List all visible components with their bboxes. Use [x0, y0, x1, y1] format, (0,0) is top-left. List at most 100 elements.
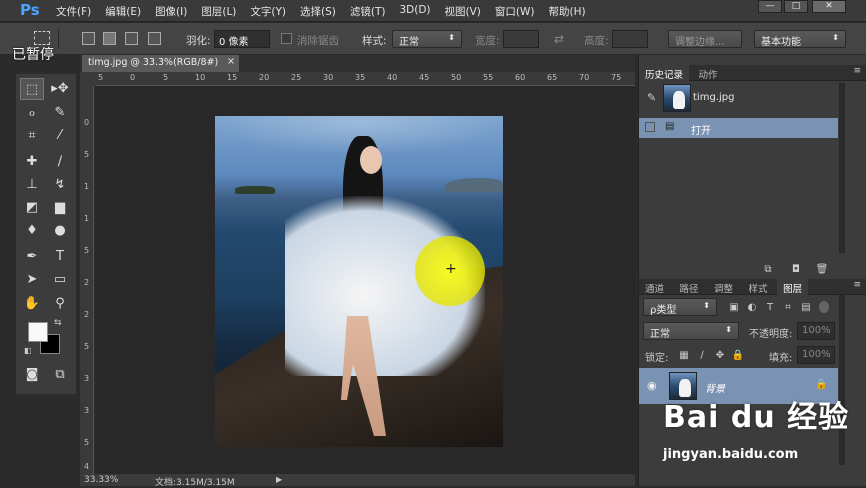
brush-tool-icon[interactable]: ∕ [48, 151, 72, 173]
vertical-ruler[interactable]: 0 5 1 1 5 2 2 5 3 3 5 4 [80, 86, 94, 474]
opacity-input[interactable]: 100% [797, 322, 835, 340]
feather-input[interactable]: 0 像素 [214, 30, 270, 48]
marquee-preset-icon[interactable] [34, 31, 50, 45]
close-window-button[interactable]: ✕ [812, 0, 846, 13]
panel-menu-icon[interactable]: ≡ [853, 280, 861, 290]
menu-filter[interactable]: 滤镜(T) [350, 4, 386, 19]
filter-toggle[interactable] [819, 301, 829, 313]
status-menu-arrow-icon[interactable]: ▶ [276, 475, 282, 484]
document-tab-title: timg.jpg @ 33.3%(RGB/8#) [88, 57, 219, 68]
history-brush-tool-icon[interactable]: ↯ [48, 174, 72, 196]
trash-icon[interactable]: 🗑 [815, 264, 829, 276]
ruler-tick: 5 [84, 342, 90, 351]
blend-mode-select[interactable]: 正常 ⬍ [643, 322, 739, 340]
height-input[interactable] [612, 30, 648, 48]
quick-select-tool-icon[interactable]: ✎ [48, 102, 72, 124]
panel-menu-icon[interactable]: ≡ [853, 66, 861, 76]
tab-history[interactable]: 历史记录 [639, 65, 690, 83]
layer-kind-filter[interactable]: ρ类型 ⬍ [643, 298, 717, 316]
filter-pixel-icon[interactable]: ▣ [727, 302, 741, 314]
menu-file[interactable]: 文件(F) [56, 4, 91, 19]
tab-actions[interactable]: 动作 [693, 65, 724, 83]
clone-stamp-tool-icon[interactable]: ⊥ [20, 174, 44, 196]
menu-image[interactable]: 图像(I) [155, 4, 187, 19]
tab-styles[interactable]: 样式 [743, 279, 774, 297]
menu-select[interactable]: 选择(S) [300, 4, 336, 19]
crop-tool-icon[interactable]: ⌗ [20, 125, 44, 147]
pen-tool-icon[interactable]: ✒ [20, 246, 44, 268]
ruler-tick: 50 [451, 73, 462, 82]
gradient-tool-icon[interactable]: ▆ [48, 197, 72, 219]
minimize-button[interactable]: — [758, 0, 782, 13]
menu-list: 文件(F) 编辑(E) 图像(I) 图层(L) 文字(Y) 选择(S) 滤镜(T… [56, 4, 600, 19]
history-brush-source-icon[interactable]: ✎ [647, 91, 656, 104]
intersect-selection-icon[interactable] [148, 32, 161, 45]
filter-shape-icon[interactable]: ⌗ [781, 302, 795, 314]
horizontal-ruler[interactable]: 5 0 5 10 15 20 25 30 35 40 45 50 55 60 6… [96, 72, 635, 86]
path-select-tool-icon[interactable]: ➤ [20, 269, 44, 291]
ruler-tick: 3 [84, 406, 90, 415]
foreground-color-swatch[interactable] [28, 322, 48, 342]
history-snapshot[interactable]: ✎ timg.jpg [641, 83, 837, 115]
document-tab[interactable]: timg.jpg @ 33.3%(RGB/8#) × [82, 55, 239, 72]
width-input[interactable] [503, 30, 539, 48]
subtract-selection-icon[interactable] [125, 32, 138, 45]
lock-position-icon[interactable]: ✥ [713, 350, 727, 362]
layers-scrollbar[interactable] [839, 295, 845, 465]
lock-image-icon[interactable]: ∕ [695, 350, 709, 362]
add-selection-icon[interactable] [103, 32, 116, 45]
menu-window[interactable]: 窗口(W) [495, 4, 535, 19]
rectangle-tool-icon[interactable]: ▭ [48, 269, 72, 291]
new-selection-icon[interactable] [82, 32, 95, 45]
lasso-tool-icon[interactable]: ℴ [20, 102, 44, 124]
default-colors-icon[interactable]: ◧ [24, 346, 32, 355]
swap-icon[interactable]: ⇄ [554, 32, 564, 46]
options-bar: 羽化: 0 像素 消除锯齿 样式: 正常 ⬍ 宽度: ⇄ 高度: 调整边缘... … [0, 23, 866, 55]
restore-button[interactable]: □ [784, 0, 808, 13]
rect-marquee-tool-icon[interactable]: ⬚ [20, 78, 44, 100]
close-tab-icon[interactable]: × [227, 56, 235, 67]
menu-help[interactable]: 帮助(H) [549, 4, 586, 19]
tab-adjustments[interactable]: 调整 [708, 279, 739, 297]
lock-transparent-icon[interactable]: ▦ [677, 350, 691, 362]
menu-layer[interactable]: 图层(L) [201, 4, 236, 19]
move-tool-icon[interactable]: ▸✥ [48, 78, 72, 100]
camera-icon[interactable]: ◘ [789, 264, 803, 276]
swap-colors-icon[interactable]: ⇆ [54, 318, 62, 328]
blur-tool-icon[interactable]: ♦ [20, 220, 44, 242]
style-select[interactable]: 正常 ⬍ [392, 30, 462, 48]
history-scrollbar[interactable] [839, 83, 845, 253]
lock-all-icon[interactable]: 🔒 [731, 350, 745, 362]
menu-type[interactable]: 文字(Y) [250, 4, 286, 19]
zoom-tool-icon[interactable]: ⚲ [48, 293, 72, 315]
workspace-select[interactable]: 基本功能 ⬍ [754, 30, 846, 48]
filter-type-icon[interactable]: T [763, 302, 777, 314]
ruler-tick: 65 [547, 73, 558, 82]
eyedropper-tool-icon[interactable]: ⁄ [48, 125, 72, 147]
type-tool-icon[interactable]: T [48, 246, 72, 268]
crosshair-cursor-icon: + [445, 261, 457, 277]
tab-paths[interactable]: 路径 [674, 279, 705, 297]
ruler-tick: 5 [84, 246, 90, 255]
menu-view[interactable]: 视图(V) [445, 4, 481, 19]
filter-smart-object-icon[interactable]: ▤ [799, 302, 813, 314]
filter-adjustment-icon[interactable]: ◐ [745, 302, 759, 314]
menu-edit[interactable]: 编辑(E) [105, 4, 141, 19]
eye-visibility-icon[interactable]: ◉ [647, 379, 657, 392]
healing-brush-tool-icon[interactable]: ✚ [20, 151, 44, 173]
screen-mode-icon[interactable]: ⧉ [48, 364, 72, 386]
eraser-tool-icon[interactable]: ◩ [20, 197, 44, 219]
tab-channels[interactable]: 通道 [639, 279, 670, 297]
dodge-tool-icon[interactable]: ● [48, 220, 72, 242]
menu-3d[interactable]: 3D(D) [399, 4, 430, 19]
quick-mask-icon[interactable]: ◙ [20, 364, 44, 386]
antialias-checkbox[interactable] [281, 33, 292, 44]
history-item[interactable]: ▤ 打开 [639, 118, 838, 138]
fill-input[interactable]: 100% [797, 346, 835, 364]
refine-edge-button[interactable]: 调整边缘... [668, 30, 742, 48]
history-state-checkbox[interactable] [645, 122, 655, 132]
new-document-from-state-icon[interactable]: ⧉ [761, 264, 775, 276]
hand-tool-icon[interactable]: ✋ [20, 293, 44, 315]
zoom-level[interactable]: 33.33% [84, 475, 118, 485]
tab-layers[interactable]: 图层 [777, 279, 809, 297]
